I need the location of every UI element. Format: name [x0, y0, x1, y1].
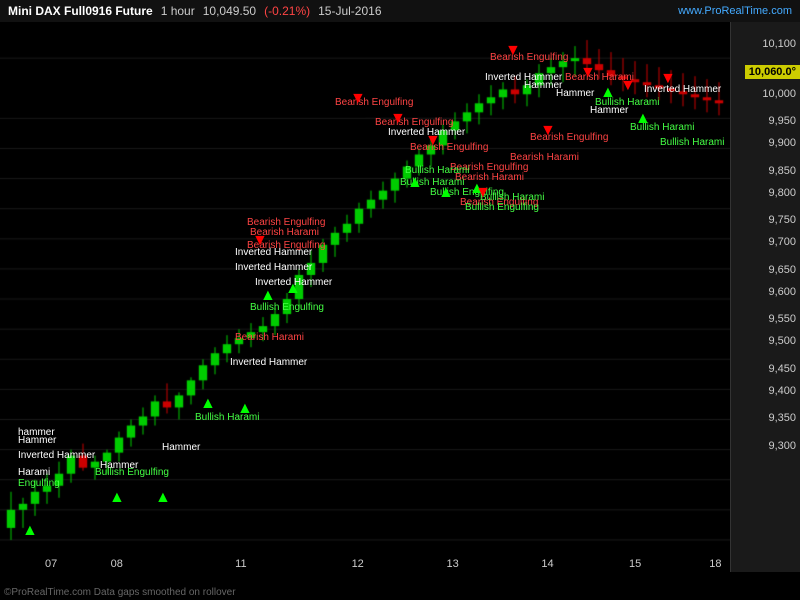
candle-chart [0, 22, 730, 572]
y-axis-label: 9,450 [768, 363, 796, 375]
y-axis-label: 9,950 [768, 115, 796, 127]
x-axis-label: 08 [111, 558, 123, 570]
chart-container: Mini DAX Full0916 Future 1 hour 10,049.5… [0, 0, 800, 600]
x-axis-label: 11 [235, 558, 246, 570]
x-axis-label: 14 [541, 558, 553, 570]
x-axis-label: 12 [352, 558, 364, 570]
y-axis-label: 9,400 [768, 385, 796, 397]
chart-area: 0708111213141518Bearish EngulfingBearish… [0, 22, 730, 572]
y-axis-label: 9,700 [768, 236, 796, 248]
header-left: Mini DAX Full0916 Future 1 hour 10,049.5… [8, 4, 678, 18]
y-axis-label: 9,750 [768, 214, 796, 226]
y-axis-label: 9,800 [768, 187, 796, 199]
y-axis-highlight-label: 10,060.0° [745, 65, 800, 79]
x-axis-label: 15 [629, 558, 641, 570]
y-axis-label: 9,850 [768, 165, 796, 177]
y-axis: 10,100 10,000 9,950 9,900 9,850 9,800 9,750 9,7… [730, 22, 800, 572]
x-axis-label: 07 [45, 558, 57, 570]
y-axis-label: 9,350 [768, 412, 796, 424]
instrument-title: Mini DAX Full0916 Future [8, 4, 153, 18]
x-axis-label: 13 [446, 558, 458, 570]
y-axis-label: 9,500 [768, 335, 796, 347]
timeframe-label: 1 hour [161, 4, 195, 18]
y-axis-label: 9,600 [768, 286, 796, 298]
price-value: 10,049.50 [203, 4, 256, 18]
x-axis-label: 18 [709, 558, 721, 570]
date-label: 15-Jul-2016 [318, 4, 381, 18]
y-axis-label: 9,300 [768, 440, 796, 452]
website-label: www.ProRealTime.com [678, 5, 792, 17]
price-change: (-0.21%) [264, 4, 310, 18]
footer-text: ©ProRealTime.com Data gaps smoothed on r… [4, 587, 236, 598]
y-axis-label: 9,900 [768, 137, 796, 149]
header-bar: Mini DAX Full0916 Future 1 hour 10,049.5… [0, 0, 800, 22]
y-axis-label: 10,100 [762, 38, 796, 50]
y-axis-label: 9,550 [768, 313, 796, 325]
y-axis-label: 9,650 [768, 264, 796, 276]
y-axis-label: 10,000 [762, 88, 796, 100]
